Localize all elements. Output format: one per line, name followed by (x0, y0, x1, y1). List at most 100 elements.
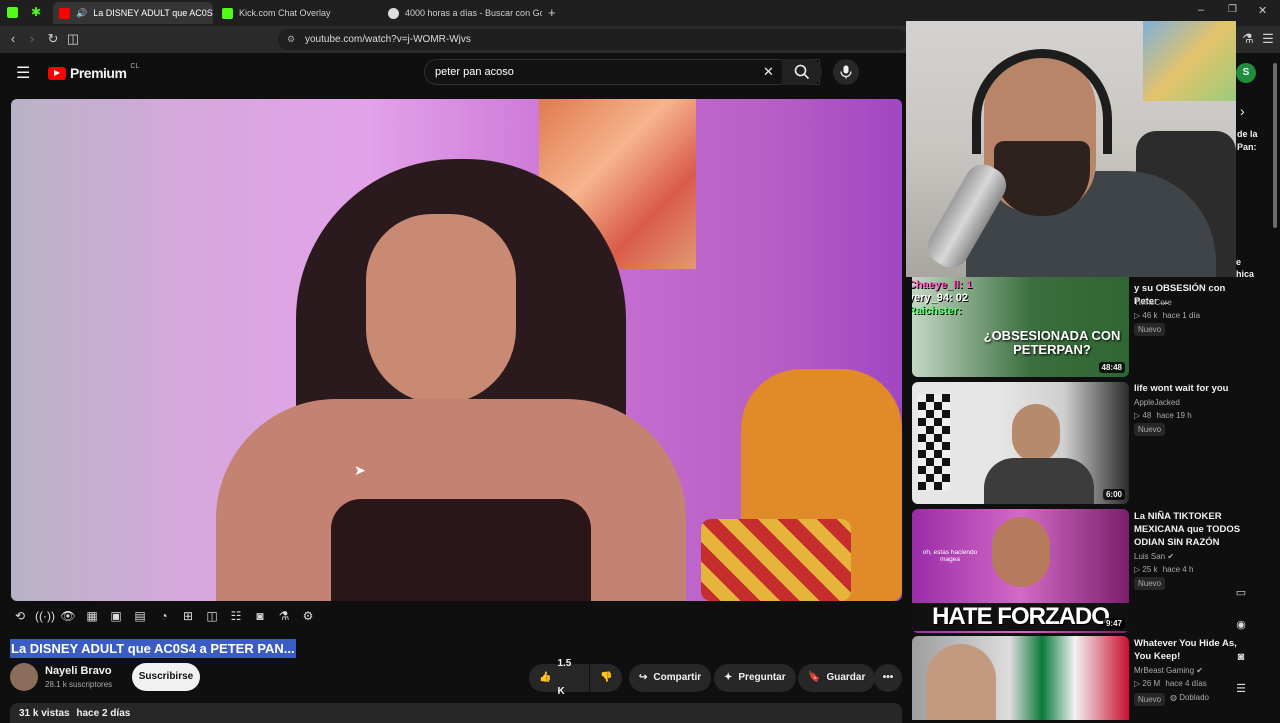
description-box[interactable]: 31 k vistas hace 2 días (10, 703, 902, 723)
video-duration: 6:00 (1102, 489, 1125, 500)
split-icon[interactable]: ◫ (203, 607, 221, 625)
video-thumbnail[interactable]: oh, estas haciendo magea HATE FORZADO 9:… (912, 509, 1129, 633)
recommendation-title[interactable]: life wont wait for you (1134, 382, 1252, 395)
pillow-striped (701, 519, 851, 601)
channel-label: MrBeast Gaming (1134, 666, 1195, 675)
partial-title-text: Pan: (1237, 142, 1257, 152)
new-tab-icon[interactable]: + (548, 5, 556, 20)
recommendation-channel[interactable]: TwinsCore (1134, 298, 1172, 307)
back-icon[interactable]: ‹ (5, 31, 21, 47)
tab-google-search[interactable]: 4000 horas a días - Buscar con Goog (382, 2, 542, 24)
new-badge: Nuevo (1134, 423, 1166, 436)
audio-icon[interactable]: ((·)) (35, 607, 55, 625)
chat-overlay: Chaeye_ll: 1 yery_94: 02 Raichster: (912, 279, 972, 318)
partial-title-text: de la (1237, 129, 1258, 139)
playlist-icon[interactable]: ☰ (1232, 680, 1250, 698)
url-field[interactable]: ⚙ youtube.com/watch?v=j-WOMR-Wjvs (278, 29, 908, 50)
screenshot-icon[interactable]: ◙ (251, 607, 269, 625)
verified-icon: ✔ (1196, 666, 1203, 675)
tab-kick-chat[interactable]: Kick.com Chat Overlay (216, 2, 380, 24)
recommendation-channel[interactable]: Luis San ✔ (1134, 552, 1174, 561)
upload-age: hace 1 día (1162, 311, 1201, 320)
video-thumbnail[interactable]: 6:00 (912, 382, 1129, 504)
video-title: La DISNEY ADULT que AC0S4 a PETER PAN... (10, 639, 296, 658)
loop-icon[interactable]: ⟲ (11, 607, 29, 625)
ask-button[interactable]: ✦ Preguntar (714, 664, 796, 692)
recommendation-stats: ▷ 26 M hace 4 días (1134, 679, 1207, 688)
miniplayer-icon[interactable]: ▭ (1232, 584, 1250, 602)
recommendation-item[interactable]: Chaeye_ll: 1 yery_94: 02 Raichster: ¿OBS… (912, 277, 1272, 377)
kick-icon[interactable] (7, 7, 18, 18)
partial-title-text: e (1236, 257, 1242, 267)
video-thumbnail[interactable] (912, 636, 1129, 720)
share-button[interactable]: ↪ Compartir (629, 664, 712, 692)
recommendation-item[interactable]: 6:00 life wont wait for you AppleJacked … (912, 382, 1272, 504)
save-label: Guardar (826, 672, 866, 683)
account-avatar[interactable]: S (1236, 63, 1256, 83)
tab-youtube[interactable]: 🔊 La DISNEY ADULT que AC0S4 ✕ (53, 2, 213, 24)
search-input[interactable]: peter pan acoso (424, 59, 820, 85)
menu-icon[interactable]: ☰ (1260, 31, 1276, 47)
recommendation-title[interactable]: La NIÑA TIKTOKER MEXICANA que TODOS ODIA… (1134, 510, 1242, 549)
search-button[interactable] (782, 59, 822, 85)
recommendation-item[interactable]: oh, estas haciendo magea HATE FORZADO 9:… (912, 509, 1272, 633)
thumbs-down-icon: 👎 (600, 672, 613, 683)
save-button[interactable]: 🔖 Guardar (798, 664, 876, 692)
clear-search-icon[interactable]: ✕ (763, 64, 774, 80)
new-badge: Nuevo (1134, 323, 1166, 336)
extensions-icon[interactable]: ⚗ (1240, 31, 1256, 47)
region-label: CL (130, 62, 140, 70)
settings-gear-icon[interactable]: ⚙ (299, 607, 317, 625)
person-head (1012, 404, 1060, 462)
puzzle-icon[interactable]: ✱ (31, 5, 41, 19)
channel-avatar[interactable] (10, 663, 38, 691)
url-text: youtube.com/watch?v=j-WOMR-Wjvs (305, 34, 471, 45)
camera-icon[interactable]: ◙ (1232, 648, 1250, 666)
like-count: 1.5 K (557, 658, 572, 697)
like-button[interactable]: 👍 1.5 K (529, 658, 589, 697)
youtube-header: ☰ Premium CL peter pan acoso ✕ (0, 53, 906, 93)
hamburger-menu-icon[interactable]: ☰ (16, 63, 30, 83)
forward-icon[interactable]: › (24, 31, 40, 47)
theater-icon[interactable]: ▤ (131, 607, 149, 625)
sidebar-icon[interactable]: ◫ (65, 31, 81, 47)
video-thumbnail[interactable]: Chaeye_ll: 1 yery_94: 02 Raichster: ¿OBS… (912, 277, 1129, 377)
picture-in-picture-icon[interactable]: ▣ (107, 607, 125, 625)
rows-icon[interactable]: ☷ (227, 607, 245, 625)
recommendation-stats: ▷ 46 k hace 1 día (1134, 311, 1200, 320)
view-count: 26 M (1142, 679, 1161, 688)
minimize-icon[interactable]: – (1198, 4, 1204, 16)
record-icon[interactable]: ◉ (1232, 616, 1250, 634)
dislike-button[interactable]: 👎 (590, 664, 622, 692)
recommendation-channel[interactable]: MrBeast Gaming ✔ (1134, 666, 1203, 675)
eye-icon[interactable]: 👁 (59, 607, 77, 625)
sparkle-icon: ✦ (724, 672, 733, 683)
chevron-right-icon[interactable]: › (1240, 103, 1245, 119)
channel-name[interactable]: Nayeli Bravo (45, 665, 112, 677)
clapper-icon[interactable]: ▦ (83, 607, 101, 625)
youtube-logo[interactable]: Premium CL (48, 62, 140, 81)
video-duration: 9:47 (1102, 618, 1125, 629)
maximize-icon[interactable]: ❐ (1228, 4, 1237, 15)
recommendation-item[interactable]: Whatever You Hide As, You Keep! MrBeast … (912, 636, 1272, 720)
subscribe-button[interactable]: Suscribirse (132, 663, 200, 691)
new-badge: Nuevo (1134, 693, 1166, 706)
scrollbar-thumb[interactable] (1273, 63, 1277, 228)
close-window-icon[interactable]: ✕ (1258, 4, 1267, 17)
speed-icon[interactable]: ◔ (155, 607, 173, 625)
recommendation-channel[interactable]: AppleJacked (1134, 398, 1180, 407)
flask-icon[interactable]: ⚗ (275, 607, 293, 625)
chat-line: yery_94: 02 (912, 292, 968, 304)
site-info-icon[interactable]: ⚙ (287, 29, 295, 50)
streamer-webcam (906, 21, 1236, 277)
add-box-icon[interactable]: ⊞ (179, 607, 197, 625)
share-label: Compartir (653, 672, 702, 683)
video-player[interactable]: ➤ (11, 99, 902, 601)
reload-icon[interactable]: ↻ (45, 31, 61, 47)
tab-label: La DISNEY ADULT que AC0S4 (93, 8, 213, 18)
more-actions-button[interactable]: ••• (874, 664, 902, 692)
recommendation-title[interactable]: Whatever You Hide As, You Keep! (1134, 637, 1240, 663)
voice-search-button[interactable] (833, 59, 859, 85)
thumbnail-subtitle: oh, estas haciendo magea (922, 549, 978, 563)
verified-icon: ✔ (1167, 552, 1175, 561)
